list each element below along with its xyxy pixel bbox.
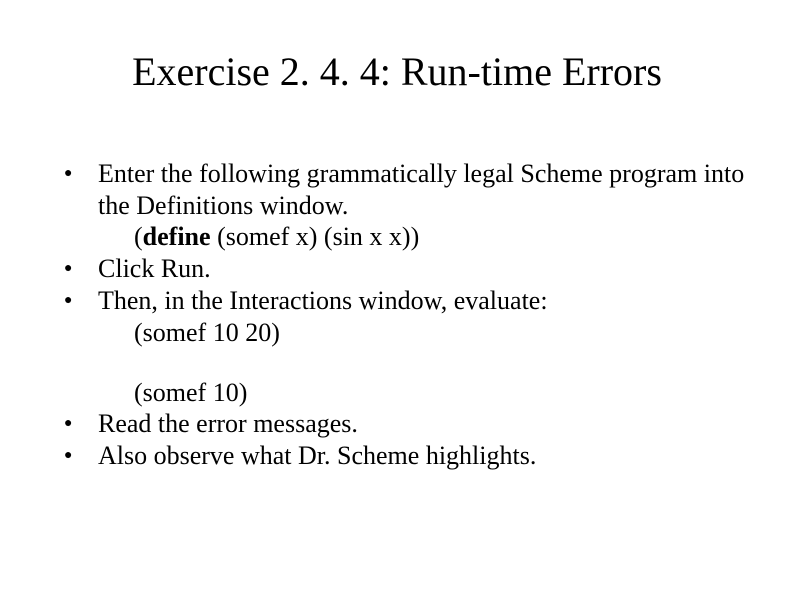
list-item: ● Read the error messages.	[62, 408, 754, 440]
list-item-content: Enter the following grammatically legal …	[98, 158, 754, 253]
slide-body: ● Enter the following grammatically lega…	[62, 158, 754, 472]
code-keyword: define	[143, 222, 211, 251]
blank-line	[98, 349, 754, 377]
bullet-icon: ●	[62, 285, 98, 317]
list-item: ● Then, in the Interactions window, eval…	[62, 285, 754, 408]
list-item: ● Click Run.	[62, 253, 754, 285]
bullet-text: Click Run.	[98, 254, 211, 283]
code-rest: (somef x) (sin x x))	[211, 222, 420, 251]
bullet-text: Read the error messages.	[98, 409, 358, 438]
code-line: (define (somef x) (sin x x))	[98, 221, 754, 253]
code-prefix: (	[134, 222, 143, 251]
bullet-icon: ●	[62, 440, 98, 472]
bullet-text: Then, in the Interactions window, evalua…	[98, 286, 548, 315]
bullet-icon: ●	[62, 253, 98, 285]
slide-title: Exercise 2. 4. 4: Run-time Errors	[0, 48, 794, 95]
code-line: (somef 10)	[98, 377, 754, 409]
code-line: (somef 10 20)	[98, 317, 754, 349]
list-item-content: Click Run.	[98, 253, 754, 285]
list-item-content: Read the error messages.	[98, 408, 754, 440]
bullet-icon: ●	[62, 158, 98, 190]
bullet-icon: ●	[62, 408, 98, 440]
bullet-text: Also observe what Dr. Scheme highlights.	[98, 441, 536, 470]
list-item-content: Also observe what Dr. Scheme highlights.	[98, 440, 754, 472]
slide: Exercise 2. 4. 4: Run-time Errors ● Ente…	[0, 0, 794, 595]
list-item: ● Also observe what Dr. Scheme highlight…	[62, 440, 754, 472]
list-item: ● Enter the following grammatically lega…	[62, 158, 754, 253]
bullet-text: Enter the following grammatically legal …	[98, 159, 744, 220]
list-item-content: Then, in the Interactions window, evalua…	[98, 285, 754, 408]
